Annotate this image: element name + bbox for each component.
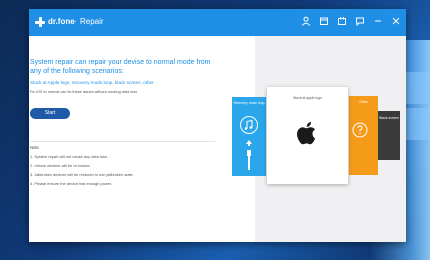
minimize-icon[interactable]: [372, 16, 384, 28]
notes-title: Note: [30, 145, 39, 150]
note-item: 4. Please ensure the device has enough p…: [30, 181, 112, 186]
page-headline: System repair can repair your devise to …: [30, 59, 211, 75]
chat-icon[interactable]: [354, 16, 366, 28]
drfone-logo-icon: [35, 17, 45, 27]
cart-icon[interactable]: [318, 16, 330, 28]
window-controls: [300, 16, 402, 28]
windows-logo-pane: [406, 108, 430, 140]
brand-name: dr.fone: [48, 17, 75, 26]
note-item: 3. Jailbroken devices will be restored t…: [30, 172, 134, 177]
note-item: 2. Unlock devices will be re-locked.: [30, 163, 91, 168]
card-black-screen: Black screen: [378, 111, 400, 160]
start-button[interactable]: Start: [30, 108, 70, 119]
calendar-icon[interactable]: [336, 16, 348, 28]
windows-logo-pane: [406, 72, 430, 104]
card-recovery-mode-loop: Recovery mode loop: [232, 97, 266, 176]
arrow-up-icon: [246, 140, 252, 146]
note-item: 1. System repair will not cause any data…: [30, 154, 108, 159]
user-icon[interactable]: [300, 16, 312, 28]
title-separator: ·: [74, 17, 77, 26]
card-stuck-at-apple-logo: Stuck at apple logo: [267, 87, 348, 184]
title-bar: dr.fone · Repair: [29, 9, 406, 36]
card-label: Stuck at apple logo: [293, 96, 322, 100]
card-label: Other: [359, 100, 368, 104]
close-icon[interactable]: [390, 16, 402, 28]
cable-icon: [247, 150, 251, 170]
module-title: Repair: [80, 17, 104, 26]
music-icon: [240, 116, 258, 134]
scenario-list: Stuck at Apple logo, recovery mode loop,…: [30, 80, 154, 85]
card-label: Black screen: [379, 116, 399, 120]
divider: [30, 141, 215, 142]
card-label: Recovery mode loop: [233, 101, 265, 105]
question-icon: [352, 122, 368, 138]
card-other: Other: [349, 96, 378, 175]
apple-logo-icon: [297, 122, 316, 145]
fix-description: Fix iOS to normal can fix these issues w…: [30, 90, 139, 94]
